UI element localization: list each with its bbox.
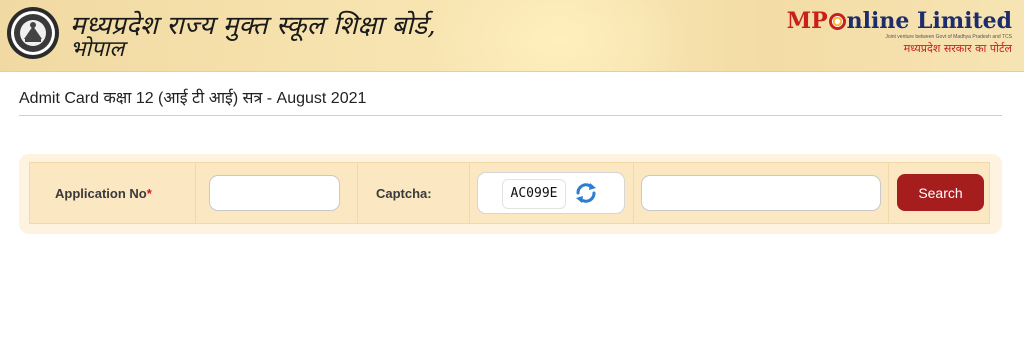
board-name-line2: भोपाल [70,37,125,62]
page-title: Admit Card कक्षा 12 (आई टी आई) सत्र - Au… [19,90,367,107]
site-header: मध्यप्रदेश राज्य मुक्त स्कूल शिक्षा बोर्… [0,0,1024,72]
cell-divider [633,163,634,223]
logo-tagline-en: Joint venture between Govt of Madhya Pra… [885,34,1012,40]
application-no-label: Application No* [55,186,152,201]
application-no-input[interactable] [209,175,340,211]
captcha-input[interactable] [641,175,881,211]
application-no-label-text: Application No [55,186,147,201]
cell-divider [357,163,358,223]
cell-divider [888,163,889,223]
board-name-line1: मध्यप्रदेश राज्य मुक्त स्कूल शिक्षा बोर्… [70,11,436,41]
refresh-icon[interactable] [572,179,600,207]
logo-o-icon [828,13,846,30]
header-glow [430,0,690,71]
title-divider [19,115,1002,116]
search-form-row: Application No* Captcha: AC099E Search [29,162,990,224]
required-mark: * [146,186,152,201]
logo-mp-text: MP [786,8,828,34]
application-label-cell: Application No* [30,163,195,223]
captcha-code: AC099E [502,179,566,209]
captcha-container: AC099E [477,172,625,214]
cell-divider [469,163,470,223]
board-emblem-icon [7,7,59,59]
captcha-label: Captcha: [376,186,432,201]
search-button[interactable]: Search [897,174,984,211]
mponline-wordmark: MP nline Limited [787,8,1012,34]
cell-divider [195,163,196,223]
mponline-logo[interactable]: MP nline Limited Joint venture between Go… [787,8,1012,58]
search-form-panel: Application No* Captcha: AC099E Search [19,154,1002,234]
logo-rest-text: nline Limited [846,8,1012,34]
logo-tagline-hi: मध्यप्रदेश सरकार का पोर्टल [903,42,1012,55]
